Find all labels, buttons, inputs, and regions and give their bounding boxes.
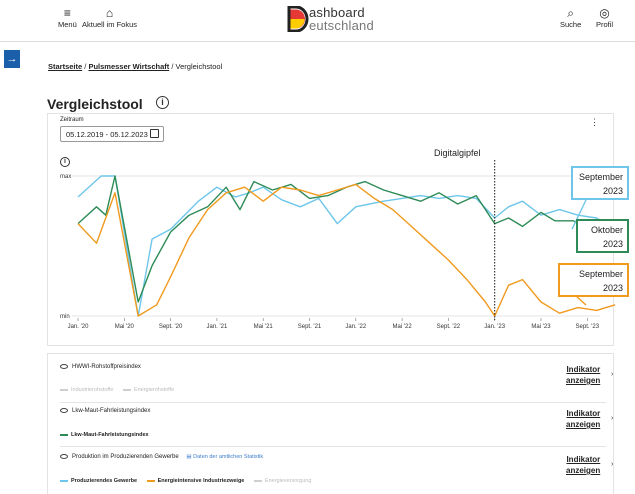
official-statistics-link[interactable]: ▤ Daten der amtlichen Statistik [186,454,263,460]
divider [60,446,606,447]
eye-off-icon[interactable] [60,364,68,369]
show-indicator-link-1[interactable]: Indikator anzeigen [566,364,600,386]
x-tick-label: Mai '22 [393,324,413,330]
x-tick-label: Mai '20 [115,324,135,330]
legend-lkw-maut: Lkw-Maut-Fahrleistungsindex [60,432,157,438]
series-line-2 [77,175,620,303]
x-tick-label: Sept. '20 [159,324,183,330]
series-line-3 [77,183,616,317]
x-tick-label: Mai '21 [254,324,274,330]
eye-icon[interactable] [60,454,68,459]
x-tick-label: Jan. '21 [206,324,227,330]
annotation-green-oktober: Oktober 2023 [576,219,629,253]
x-tick-label: Jan. '20 [68,324,89,330]
x-tick-label: Mai '23 [531,324,551,330]
indicator-hwwi: HWWI-Rohstoffpreisindex [60,364,141,370]
chevron-right-icon[interactable]: › [611,371,613,378]
chevron-right-icon[interactable]: › [611,415,613,422]
x-tick-label: Sept. '21 [298,324,322,330]
legend-item[interactable]: Lkw-Maut-Fahrleistungsindex [60,432,149,438]
y-tick-label: min [60,314,70,320]
show-indicator-link-2[interactable]: Indikator anzeigen [566,408,600,430]
x-tick-label: Jan. '23 [484,324,505,330]
y-tick-label: max [60,174,71,180]
annotation-blue-september: September 2023 [571,166,629,200]
legend-hwwi: Industrierohstoffe Energierohstoffe [60,387,182,393]
annotation-orange-september: September 2023 [558,263,629,297]
legend-item[interactable]: Produzierendes Gewerbe [60,478,137,484]
digitalgipfel-label: Digitalgipfel [434,148,481,158]
chevron-right-icon[interactable]: › [611,461,613,468]
indicator-lkw-maut: Lkw-Maut-Fahrleistungsindex [60,408,150,414]
legend-item[interactable]: Industrierohstoffe [60,387,113,393]
show-indicator-link-3[interactable]: Indikator anzeigen [566,454,600,476]
x-tick-label: Sept. '22 [437,324,461,330]
divider [60,402,606,403]
legend-item[interactable]: Energieintensive Industriezweige [146,478,244,484]
x-tick-label: Jan. '22 [345,324,366,330]
indicator-produktion: Produktion im Produzierenden Gewerbe ▤ D… [60,454,263,460]
legend-item[interactable]: Energierohstoffe [122,387,174,393]
x-tick-label: Sept. '23 [576,324,600,330]
legend-produktion: Produzierendes Gewerbe Energieintensive … [60,478,319,484]
legend-item[interactable]: Energieversorgung [253,478,311,484]
indicator-panel [47,353,614,494]
eye-icon[interactable] [60,408,68,413]
annotation-connector-orange [575,295,587,306]
